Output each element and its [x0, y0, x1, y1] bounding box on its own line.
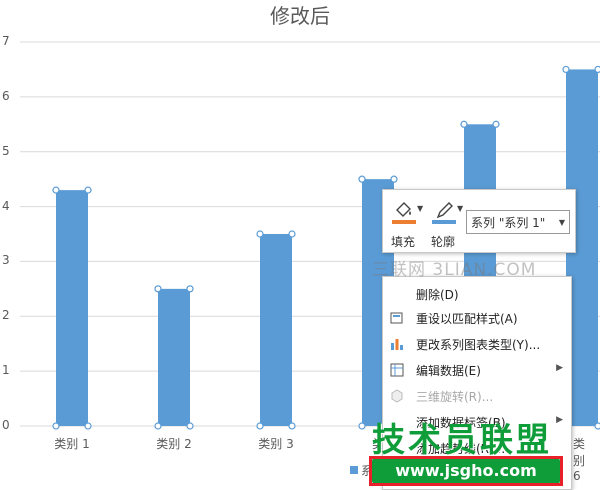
y-tick-label: 1 — [2, 363, 10, 378]
fill-caret-icon[interactable]: ▼ — [417, 204, 423, 213]
format-mini-toolbar: ▼ 填充 ▼ 轮廓 系列 "系列 1" ▼ — [382, 189, 576, 253]
y-tick-label: 7 — [2, 34, 10, 48]
context-menu-item-label: 编辑数据(E) — [416, 364, 481, 378]
fill-label: 填充 — [391, 235, 416, 249]
selection-handle — [256, 230, 264, 238]
series-select-value: 系列 "系列 1" — [471, 216, 546, 230]
fill-button[interactable]: ▼ 填充 — [389, 196, 429, 249]
y-tick-label: 3 — [2, 253, 10, 268]
selection-handle — [52, 422, 60, 430]
outline-label: 轮廓 — [431, 235, 456, 249]
legend-swatch — [350, 466, 358, 474]
pen-icon — [436, 202, 453, 219]
y-tick-label: 4 — [2, 198, 10, 213]
bar[interactable] — [158, 288, 190, 426]
selection-handle — [594, 422, 600, 430]
y-tick-label: 2 — [2, 308, 10, 323]
reset-style-icon — [389, 310, 405, 326]
selection-handle — [562, 65, 570, 74]
selection-handle — [492, 120, 500, 128]
watermark-3lian: 三联网 3LIAN.COM — [372, 260, 537, 280]
selection-handle — [594, 65, 600, 74]
outline-color-bar — [432, 220, 456, 224]
selection-handle — [288, 230, 296, 238]
outline-caret-icon[interactable]: ▼ — [457, 204, 463, 213]
series-select[interactable]: 系列 "系列 1" ▼ — [466, 210, 570, 234]
outline-button[interactable]: ▼ 轮廓 — [429, 196, 469, 249]
context-menu-item-label: 更改系列图表类型(Y)... — [416, 338, 541, 352]
x-tick-label: 类别 3 — [258, 437, 294, 451]
fill-color-bar — [392, 220, 416, 224]
y-tick-label: 0 — [2, 418, 10, 432]
x-tick-label: 类别 1 — [54, 437, 90, 451]
context-menu-item[interactable]: 更改系列图表类型(Y)... — [383, 331, 571, 357]
selection-handle — [154, 285, 162, 293]
selection-handle — [288, 422, 296, 430]
bar[interactable] — [56, 190, 88, 426]
selection-handle — [390, 175, 398, 183]
y-tick-label: 5 — [2, 143, 10, 158]
chart-title: 修改后 — [270, 4, 330, 28]
highlight-box — [369, 456, 563, 486]
context-menu-item[interactable]: 重设以匹配样式(A) — [383, 305, 571, 331]
x-tick-label: 类别 6 — [573, 437, 586, 483]
watermark-logo-text: 技术员联盟 — [372, 420, 552, 459]
selection-handle — [358, 175, 366, 183]
selection-handle — [84, 186, 92, 194]
context-menu-item: 三维旋转(R)... — [383, 383, 571, 409]
context-menu-item-label: 删除(D) — [416, 288, 459, 302]
context-menu-item-label: 重设以匹配样式(A) — [416, 312, 518, 326]
submenu-arrow-icon: ▶ — [556, 415, 563, 425]
rotate-3d-icon — [389, 388, 405, 404]
submenu-arrow-icon: ▶ — [556, 363, 563, 373]
selection-handle — [358, 422, 366, 430]
x-tick-label: 类别 2 — [156, 437, 192, 451]
selection-handle — [154, 422, 162, 430]
selection-handle — [186, 422, 194, 430]
selection-handle — [52, 186, 60, 194]
selection-handle — [460, 120, 468, 128]
selection-handle — [84, 422, 92, 430]
chart-type-icon — [389, 336, 405, 352]
bar[interactable] — [260, 234, 292, 426]
selection-handle — [186, 285, 194, 293]
paint-bucket-icon — [396, 202, 411, 217]
context-menu-item[interactable]: 删除(D) — [383, 281, 571, 307]
edit-data-icon — [389, 362, 405, 378]
y-tick-label: 6 — [2, 88, 10, 103]
context-menu-item-label: 三维旋转(R)... — [416, 390, 494, 404]
selection-handle — [256, 422, 264, 430]
chevron-down-icon[interactable]: ▼ — [559, 211, 565, 235]
context-menu-item[interactable]: 编辑数据(E) ▶ — [383, 357, 571, 383]
